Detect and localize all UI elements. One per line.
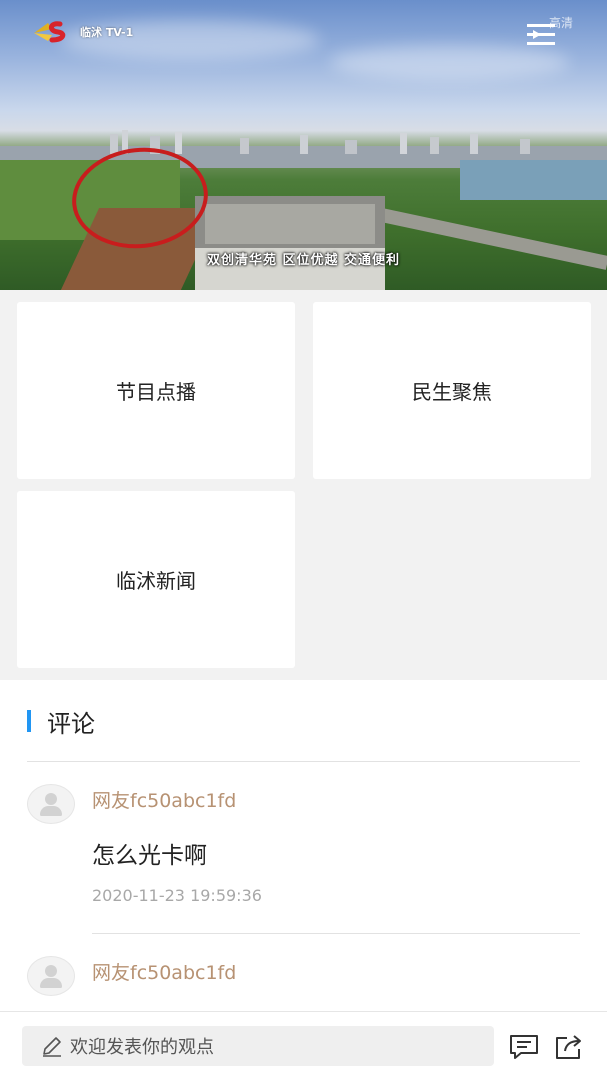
river-decoration [460,160,607,200]
comment-text: 怎么光卡啊 [92,843,207,869]
menu-item-label: 临沭新闻 [116,569,196,593]
channel-logo-icon [34,21,66,43]
channel-logo: 临沭 TV-1 [30,18,133,46]
menu-item-label: 节目点播 [116,380,196,404]
comment-input-placeholder: 欢迎发表你的观点 [70,1037,214,1058]
edit-icon [43,1037,61,1057]
comment-username[interactable]: 网友fc50abc1fd [92,958,236,985]
avatar-body [40,806,62,816]
section-accent-bar [27,710,31,732]
avatar-head [45,965,57,977]
building-decoration [195,196,385,290]
comment-icon [510,1035,538,1059]
comment-input[interactable]: 欢迎发表你的观点 [22,1026,494,1066]
avatar-body [40,978,62,988]
comments-title: 评论 [47,709,95,738]
playlist-icon [527,24,555,45]
comments-header: 评论 [27,707,95,738]
video-player[interactable]: 临沭 TV-1 高清 双创清华苑 区位优越 交通便利 [0,0,607,290]
avatar[interactable] [27,956,75,996]
menu-item-label: 民生聚焦 [412,380,492,404]
avatar-head [45,793,57,805]
cloud-decoration [330,45,570,80]
bottom-bar: 欢迎发表你的观点 [0,1011,607,1080]
channel-logo-text: 临沭 TV-1 [80,26,134,39]
comments-section: 评论 网友fc50abc1fd 怎么光卡啊 2020-11-23 19:59:3… [0,680,607,1011]
divider [27,761,580,762]
playlist-quality-button[interactable]: 高清 [525,14,573,48]
comment-button[interactable] [508,1032,540,1062]
share-button[interactable] [553,1032,585,1062]
divider [92,933,580,934]
menu-item-linshu-news[interactable]: 临沭新闻 [17,491,295,668]
menu-item-livelihood-focus[interactable]: 民生聚焦 [313,302,591,479]
avatar[interactable] [27,784,75,824]
comment-time: 2020-11-23 19:59:36 [92,886,262,905]
share-icon [556,1035,581,1059]
menu-grid: 节目点播 民生聚焦 临沭新闻 [0,290,607,680]
app-screen: 临沭 TV-1 高清 双创清华苑 区位优越 交通便利 节目点播 民生聚焦 临沭新… [0,0,607,1080]
building-roof [205,204,375,244]
menu-item-program-vod[interactable]: 节目点播 [17,302,295,479]
video-caption: 双创清华苑 区位优越 交通便利 [206,253,401,268]
comment-username[interactable]: 网友fc50abc1fd [92,786,236,813]
